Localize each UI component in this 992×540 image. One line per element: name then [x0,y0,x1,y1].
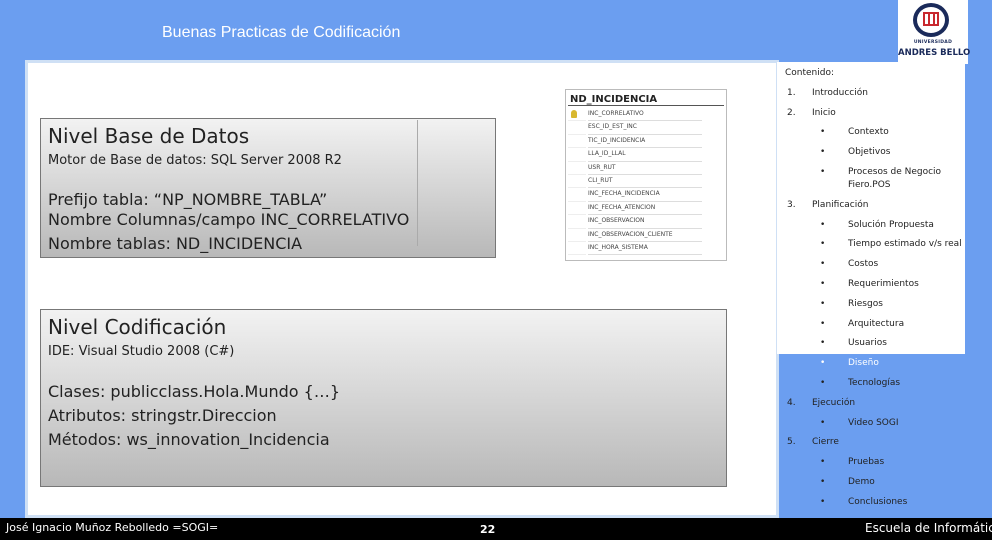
classes-text: Clases: publicclass.Hola.Mundo {…} [48,382,340,401]
toc-subitem[interactable]: Requerimientos [848,279,919,289]
db-column-row: INC_FECHA_INCIDENCIA [588,188,702,202]
bullet-icon: • [820,127,826,137]
bullet-icon: • [820,378,826,388]
bullet-icon: • [820,259,826,269]
toc-subitem[interactable]: Contexto [848,127,889,137]
bullet-icon: • [820,239,826,249]
toc-subitem[interactable]: Video SOGI [848,418,899,428]
db-column-row: LLA_ID_LLAL [588,148,702,162]
database-engine-text: Motor de Base de datos: SQL Server 2008 … [48,153,342,168]
bullet-icon: • [820,299,826,309]
toc-subitem[interactable]: Demo [848,477,875,487]
toc-number: 2. [787,108,796,118]
db-table-diagram: ND_INCIDENCIA INC_CORRELATIVO ESC_ID_EST… [565,89,727,261]
toc-subitem[interactable]: Solución Propuesta [848,220,934,230]
toc-number: 3. [787,200,796,210]
toc-item-planificacion[interactable]: Planificación [812,200,868,210]
toc-subitem[interactable]: Fiero.POS [848,180,891,190]
footer-school: Escuela de Informática [865,521,992,535]
page-number: 22 [480,523,496,536]
db-column-row: USR_RUT [588,162,702,175]
bullet-icon: • [820,457,826,467]
toc-number: 1. [787,88,796,98]
toc-subitem[interactable]: Tecnologías [848,378,900,388]
coding-level-heading: Nivel Codificación [48,315,227,339]
bullet-icon: • [820,477,826,487]
db-column-row: INC_HORA_SISTEMA [588,242,702,256]
bullet-icon: • [820,358,826,368]
divider [568,105,724,106]
toc-subitem[interactable]: Objetivos [848,147,890,157]
toc-item-inicio[interactable]: Inicio [812,108,836,118]
bullet-icon: • [820,338,826,348]
db-column-row: TIC_ID_INCIDENCIA [588,135,702,149]
logo-small-text: UNIVERSIDAD [913,40,953,45]
toc-item-introduccion[interactable]: Introducción [812,88,868,98]
toc-subitem[interactable]: Pruebas [848,457,884,467]
toc-subitem[interactable]: Costos [848,259,878,269]
db-column-row: INC_OBSERVACION_CLIENTE [588,229,702,242]
db-column-row: INC_CORRELATIVO [588,108,702,122]
toc-subitem-current[interactable]: Diseño [848,358,879,368]
toc-subitem[interactable]: Arquitectura [848,319,904,329]
slide-title: Buenas Practicas de Codificación [162,24,401,41]
bullet-icon: • [820,497,826,507]
db-column-row: ESC_ID_EST_INC [588,121,702,135]
toc-number: 5. [787,437,796,447]
column-name-text: Nombre Columnas/campo INC_CORRELATIVO [48,210,410,229]
toc-item-ejecucion[interactable]: Ejecución [812,398,855,408]
bullet-icon: • [820,147,826,157]
db-column-row: INC_OBSERVACION [588,215,702,229]
db-table-name: ND_INCIDENCIA [570,94,658,105]
database-level-heading: Nivel Base de Datos [48,124,250,148]
toc-title: Contenido: [785,68,835,78]
toc-subitem[interactable]: Conclusiones [848,497,907,507]
bullet-icon: • [820,418,826,428]
table-of-contents-panel [777,62,965,354]
bullet-icon: • [820,167,826,177]
logo-name-text: ANDRES BELLO [898,48,971,58]
toc-subitem[interactable]: Usuarios [848,338,887,348]
toc-item-cierre[interactable]: Cierre [812,437,839,447]
attributes-text: Atributos: stringstr.Direccion [48,406,277,425]
db-column-row: CLI_RUT [588,175,702,189]
university-logo: UNIVERSIDAD ANDRES BELLO [898,0,971,64]
toc-subitem[interactable]: Procesos de Negocio [848,167,941,177]
bullet-icon: • [820,279,826,289]
toc-number: 4. [787,398,796,408]
toc-subitem[interactable]: Riesgos [848,299,883,309]
bullet-icon: • [820,319,826,329]
db-column-row: INC_FECHA_ATENCION [588,202,702,216]
footer-bar: José Ignacio Muñoz Rebolledo =SOGI= 22 E… [0,518,992,540]
shield-icon [913,3,949,37]
ide-text: IDE: Visual Studio 2008 (C#) [48,344,235,359]
table-name-text: Nombre tablas: ND_INCIDENCIA [48,234,303,253]
methods-text: Métodos: ws_innovation_Incidencia [48,430,330,449]
divider [417,120,418,246]
footer-author: José Ignacio Muñoz Rebolledo =SOGI= [6,521,219,534]
toc-subitem[interactable]: Tiempo estimado v/s real [848,239,962,249]
bullet-icon: • [820,220,826,230]
